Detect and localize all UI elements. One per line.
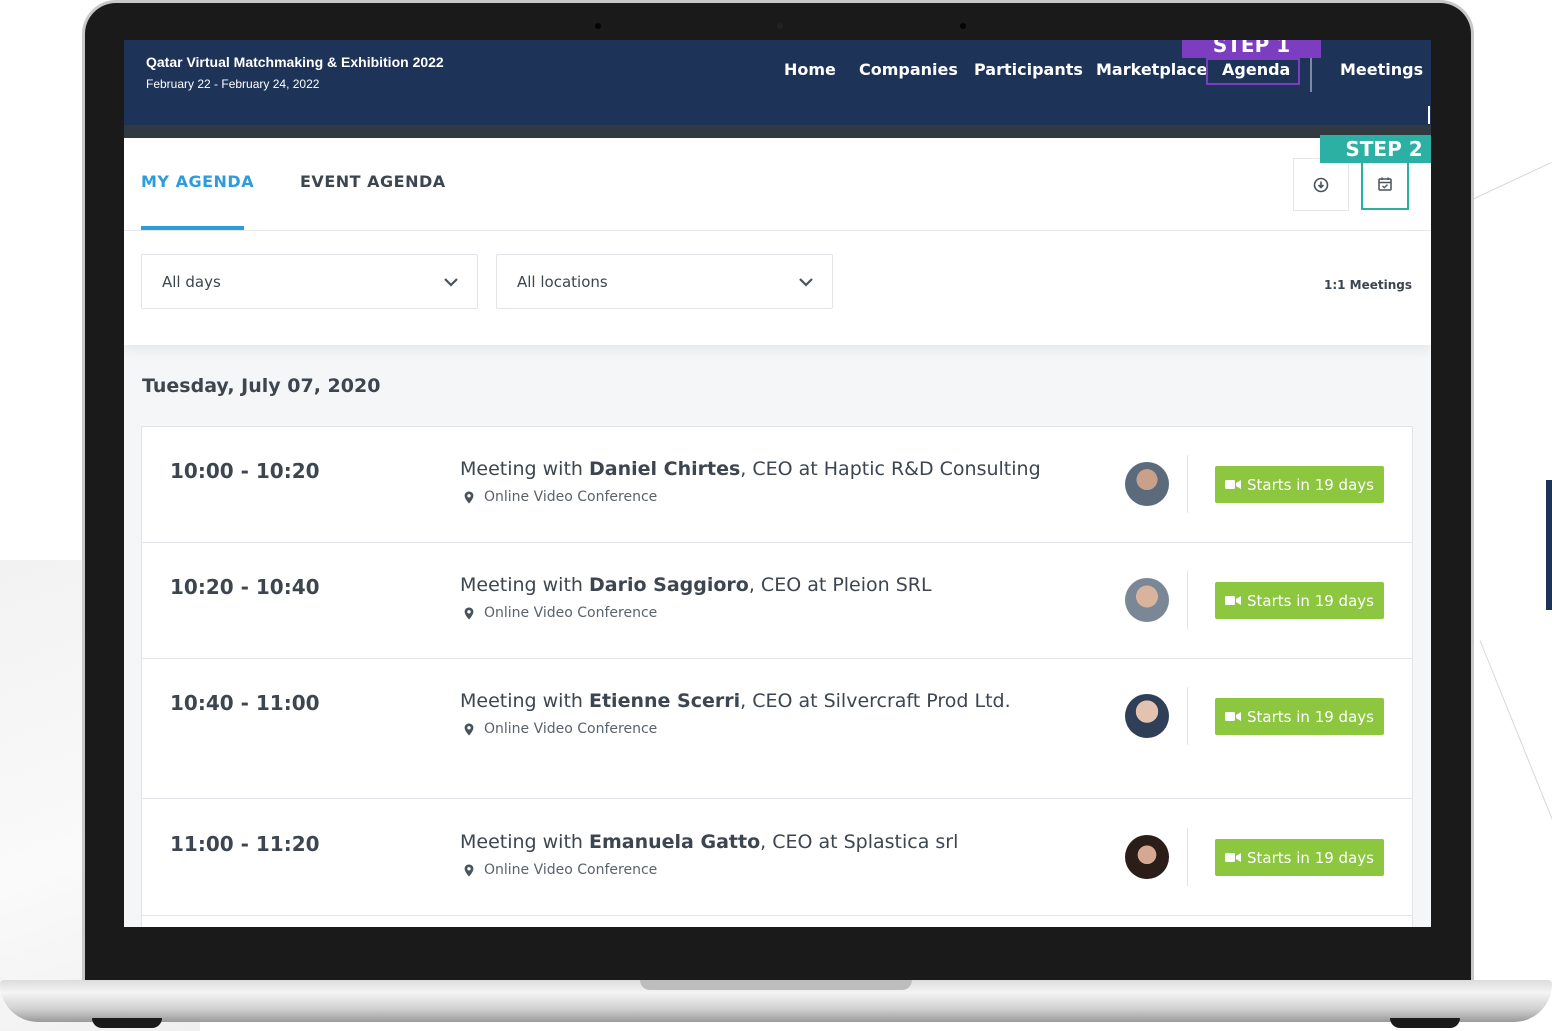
meeting-title-prefix: Meeting with bbox=[460, 574, 589, 596]
nav-marketplace[interactable]: Marketplace bbox=[1096, 60, 1207, 82]
meeting-location: Online Video Conference bbox=[464, 605, 657, 621]
start-meeting-label: Starts in 19 days bbox=[1247, 707, 1374, 726]
meeting-type-filter[interactable]: 1:1 Meetings bbox=[1324, 278, 1412, 292]
meeting-time: 10:20 - 10:40 bbox=[170, 575, 320, 599]
meeting-title[interactable]: Meeting with Etienne Scerri, CEO at Silv… bbox=[460, 690, 1011, 712]
camera-dot bbox=[960, 23, 966, 29]
background-accent-bar bbox=[1546, 480, 1552, 610]
video-camera-icon bbox=[1225, 480, 1242, 489]
meeting-participant-name: Etienne Scerri bbox=[589, 690, 741, 712]
nav-divider bbox=[1310, 54, 1312, 92]
laptop-foot bbox=[92, 1018, 162, 1028]
meeting-row: 10:40 - 11:00 Meeting with Etienne Scerr… bbox=[142, 659, 1412, 799]
nav-participants[interactable]: Participants bbox=[974, 60, 1083, 82]
meeting-location: Online Video Conference bbox=[464, 721, 657, 737]
header-strip bbox=[124, 125, 1431, 138]
row-divider bbox=[1187, 687, 1188, 745]
meeting-time: 10:40 - 11:00 bbox=[170, 691, 320, 715]
meeting-title-prefix: Meeting with bbox=[460, 458, 589, 480]
meeting-title-prefix: Meeting with bbox=[460, 690, 589, 712]
background-line bbox=[1469, 162, 1552, 201]
map-pin-icon bbox=[464, 723, 474, 735]
start-meeting-label: Starts in 19 days bbox=[1247, 591, 1374, 610]
video-camera-icon bbox=[1225, 853, 1242, 862]
nav-agenda[interactable]: Agenda bbox=[1222, 60, 1290, 82]
meeting-location-text: Online Video Conference bbox=[484, 862, 658, 878]
agenda-tab-panel: MY AGENDA EVENT AGENDA All days All loca… bbox=[124, 138, 1431, 345]
laptop-foot bbox=[1390, 1018, 1460, 1028]
meeting-location: Online Video Conference bbox=[464, 489, 657, 505]
app-screen: Qatar Virtual Matchmaking & Exhibition 2… bbox=[124, 40, 1431, 927]
meeting-title[interactable]: Meeting with Emanuela Gatto, CEO at Spla… bbox=[460, 831, 958, 853]
nav-home[interactable]: Home bbox=[784, 60, 836, 82]
start-meeting-label: Starts in 19 days bbox=[1247, 848, 1374, 867]
meeting-title-suffix: , CEO at Silvercraft Prod Ltd. bbox=[740, 690, 1011, 712]
chevron-down-icon bbox=[799, 277, 813, 287]
laptop-notch bbox=[640, 980, 912, 990]
camera-dot bbox=[595, 23, 601, 29]
map-pin-icon bbox=[464, 864, 474, 876]
avatar[interactable] bbox=[1125, 462, 1169, 506]
camera-lens bbox=[777, 23, 783, 29]
locations-select-value: All locations bbox=[517, 272, 608, 291]
meeting-row: 10:00 - 10:20 Meeting with Daniel Chirte… bbox=[142, 427, 1412, 543]
meeting-location-text: Online Video Conference bbox=[484, 721, 658, 737]
step1-annotation: STEP 1 bbox=[1182, 40, 1321, 58]
meeting-location-text: Online Video Conference bbox=[484, 489, 658, 505]
video-camera-icon bbox=[1225, 712, 1242, 721]
meeting-title-prefix: Meeting with bbox=[460, 831, 589, 853]
start-meeting-button[interactable]: Starts in 19 days bbox=[1215, 839, 1384, 876]
laptop-base bbox=[0, 980, 1552, 1022]
meeting-time: 10:00 - 10:20 bbox=[170, 459, 320, 483]
meeting-location: Online Video Conference bbox=[464, 862, 657, 878]
start-meeting-button[interactable]: Starts in 19 days bbox=[1215, 582, 1384, 619]
meeting-participant-name: Dario Saggioro bbox=[589, 574, 749, 596]
calendar-check-icon bbox=[1378, 177, 1392, 191]
locations-select[interactable]: All locations bbox=[496, 254, 833, 309]
meeting-title[interactable]: Meeting with Daniel Chirtes, CEO at Hapt… bbox=[460, 458, 1041, 480]
days-select-value: All days bbox=[162, 272, 221, 291]
meeting-participant-name: Emanuela Gatto bbox=[589, 831, 761, 853]
meeting-title-suffix: , CEO at Splastica srl bbox=[760, 831, 959, 853]
avatar[interactable] bbox=[1125, 578, 1169, 622]
meeting-title[interactable]: Meeting with Dario Saggioro, CEO at Plei… bbox=[460, 574, 932, 596]
row-divider bbox=[1187, 455, 1188, 513]
meeting-location-text: Online Video Conference bbox=[484, 605, 658, 621]
map-pin-icon bbox=[464, 607, 474, 619]
meeting-list: 10:00 - 10:20 Meeting with Daniel Chirte… bbox=[141, 426, 1413, 927]
chevron-down-icon bbox=[444, 277, 458, 287]
nav-meetings[interactable]: Meetings bbox=[1340, 60, 1423, 82]
step2-annotation: STEP 2 bbox=[1320, 135, 1431, 163]
tab-event-agenda[interactable]: EVENT AGENDA bbox=[300, 172, 446, 191]
nav-edge-mark bbox=[1428, 106, 1430, 124]
days-select[interactable]: All days bbox=[141, 254, 478, 309]
meeting-row: 10:20 - 10:40 Meeting with Dario Saggior… bbox=[142, 543, 1412, 659]
meeting-participant-name: Daniel Chirtes bbox=[589, 458, 741, 480]
background-line bbox=[1479, 640, 1552, 827]
meeting-title-suffix: , CEO at Pleion SRL bbox=[748, 574, 932, 596]
meeting-row: 11:00 - 11:20 Meeting with Emanuela Gatt… bbox=[142, 799, 1412, 916]
event-title: Qatar Virtual Matchmaking & Exhibition 2… bbox=[146, 54, 444, 70]
event-dates: February 22 - February 24, 2022 bbox=[146, 77, 320, 91]
tab-my-agenda[interactable]: MY AGENDA bbox=[141, 172, 254, 191]
nav-companies[interactable]: Companies bbox=[859, 60, 958, 82]
start-meeting-button[interactable]: Starts in 19 days bbox=[1215, 466, 1384, 503]
row-divider bbox=[1187, 828, 1188, 886]
tab-divider bbox=[124, 230, 1431, 231]
avatar[interactable] bbox=[1125, 694, 1169, 738]
download-agenda-button[interactable] bbox=[1293, 158, 1349, 211]
map-pin-icon bbox=[464, 491, 474, 503]
download-circle-icon bbox=[1313, 177, 1329, 192]
start-meeting-label: Starts in 19 days bbox=[1247, 475, 1374, 494]
meeting-time: 11:00 - 11:20 bbox=[170, 832, 320, 856]
video-camera-icon bbox=[1225, 596, 1242, 605]
avatar[interactable] bbox=[1125, 835, 1169, 879]
day-heading: Tuesday, July 07, 2020 bbox=[142, 375, 381, 397]
start-meeting-button[interactable]: Starts in 19 days bbox=[1215, 698, 1384, 735]
sync-calendar-button[interactable] bbox=[1361, 158, 1409, 210]
meeting-title-suffix: , CEO at Haptic R&D Consulting bbox=[740, 458, 1041, 480]
row-divider bbox=[1187, 571, 1188, 629]
